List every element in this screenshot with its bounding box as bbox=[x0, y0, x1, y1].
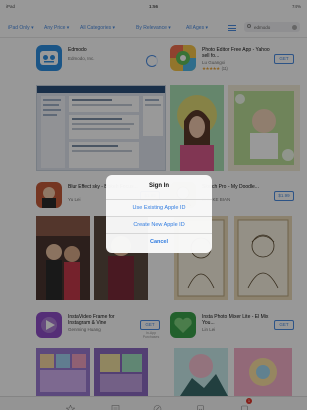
sign-in-alert: Sign In Use Existing Apple ID Create New… bbox=[106, 175, 212, 253]
alert-title: Sign In bbox=[149, 183, 169, 189]
app-store-screen: iPad 1:56 74% iPad Only ▾ Any Price ▾ Al… bbox=[0, 0, 307, 410]
cancel-button[interactable]: Cancel bbox=[106, 233, 212, 250]
create-new-apple-id-button[interactable]: Create New Apple ID bbox=[106, 216, 212, 233]
use-existing-apple-id-button[interactable]: Use Existing Apple ID bbox=[106, 199, 212, 216]
